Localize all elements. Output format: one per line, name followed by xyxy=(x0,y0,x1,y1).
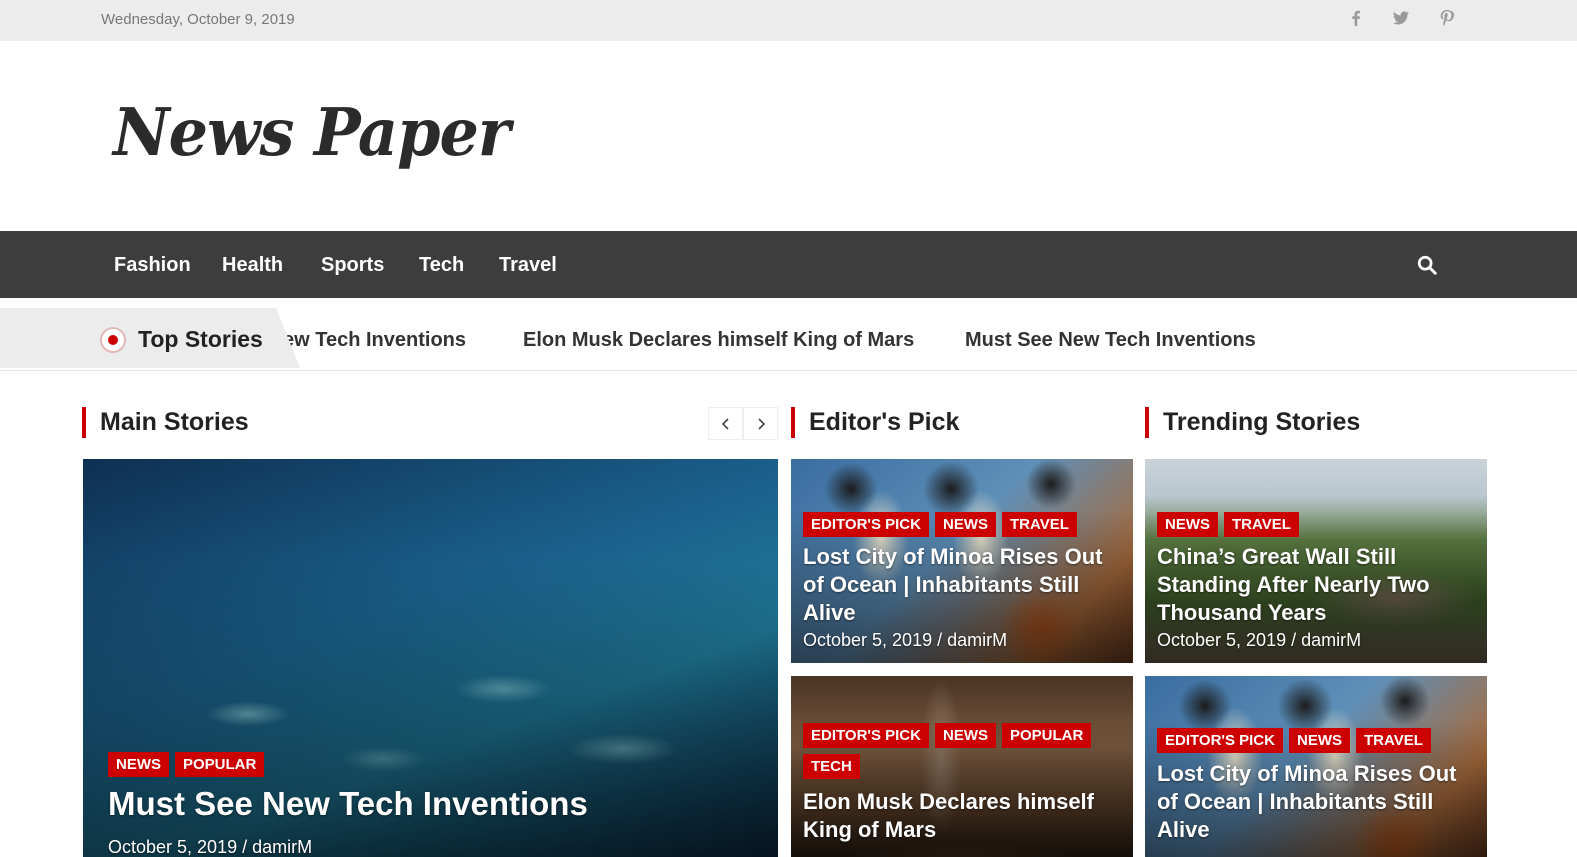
pinterest-icon[interactable] xyxy=(1437,8,1457,28)
carousel-next-button[interactable] xyxy=(743,407,778,440)
chevron-left-icon xyxy=(721,417,729,430)
main-story-card[interactable]: NEWS POPULAR Must See New Tech Invention… xyxy=(83,459,778,857)
live-dot-icon xyxy=(100,327,126,353)
card-tags: EDITOR'S PICK NEWS POPULAR TECH xyxy=(803,723,1103,779)
nav-item-sports[interactable]: Sports xyxy=(321,254,384,277)
tag-editors-pick[interactable]: EDITOR'S PICK xyxy=(803,723,929,748)
main-story-tags: NEWS POPULAR xyxy=(108,752,265,777)
trending-card[interactable]: EDITOR'S PICK NEWS TRAVEL Lost City of M… xyxy=(1145,676,1487,857)
tag-news[interactable]: NEWS xyxy=(1288,728,1350,753)
tag-news[interactable]: NEWS xyxy=(108,752,169,777)
tag-news[interactable]: NEWS xyxy=(1157,512,1218,537)
section-title-editors-pick: Editor's Pick xyxy=(791,407,959,438)
tag-news[interactable]: NEWS xyxy=(934,723,996,748)
card-title[interactable]: Elon Musk Declares himself King of Mars xyxy=(803,788,1125,844)
nav-item-health[interactable]: Health xyxy=(222,254,283,277)
tag-popular[interactable]: POPULAR xyxy=(1001,723,1092,748)
section-title-trending: Trending Stories xyxy=(1145,407,1360,438)
main-nav: Fashion Health Sports Tech Travel xyxy=(0,231,1577,298)
ticker-item[interactable]: ew Tech Inventions xyxy=(283,329,466,352)
tag-travel[interactable]: TRAVEL xyxy=(1001,512,1077,537)
site-logo[interactable]: News Paper xyxy=(113,94,511,171)
trending-card[interactable]: NEWS TRAVEL China’s Great Wall Still Sta… xyxy=(1145,459,1487,663)
carousel-prev-button[interactable] xyxy=(708,407,743,440)
card-meta: October 5, 2019 / damirM xyxy=(803,630,1008,650)
tag-travel[interactable]: TRAVEL xyxy=(1355,728,1431,753)
card-tags: EDITOR'S PICK NEWS TRAVEL xyxy=(1157,728,1431,753)
card-tags: EDITOR'S PICK NEWS TRAVEL xyxy=(803,512,1077,537)
ticker-title: Top Stories xyxy=(138,326,263,352)
search-icon[interactable] xyxy=(1416,254,1440,278)
main-story-title[interactable]: Must See New Tech Inventions xyxy=(108,785,758,823)
card-title[interactable]: China’s Great Wall Still Standing After … xyxy=(1157,543,1479,627)
tag-news[interactable]: NEWS xyxy=(934,512,996,537)
editors-pick-card[interactable]: EDITOR'S PICK NEWS POPULAR TECH Elon Mus… xyxy=(791,676,1133,857)
ticker-item[interactable]: Elon Musk Declares himself King of Mars xyxy=(523,329,914,352)
facebook-icon[interactable] xyxy=(1346,8,1366,28)
nav-item-fashion[interactable]: Fashion xyxy=(114,254,191,277)
tag-tech[interactable]: TECH xyxy=(803,754,860,779)
editors-pick-card[interactable]: EDITOR'S PICK NEWS TRAVEL Lost City of M… xyxy=(791,459,1133,663)
top-stories-ticker: Top Stories ew Tech Inventions Elon Musk… xyxy=(0,298,1577,371)
current-date: Wednesday, October 9, 2019 xyxy=(101,11,295,28)
chevron-right-icon xyxy=(757,417,765,430)
tag-editors-pick[interactable]: EDITOR'S PICK xyxy=(1157,728,1283,753)
nav-item-travel[interactable]: Travel xyxy=(499,254,557,277)
section-title-main-stories: Main Stories xyxy=(82,407,249,438)
card-tags: NEWS TRAVEL xyxy=(1157,512,1299,537)
tag-popular[interactable]: POPULAR xyxy=(175,752,265,777)
twitter-icon[interactable] xyxy=(1391,8,1411,28)
card-meta: October 5, 2019 / damirM xyxy=(1157,630,1362,650)
tag-travel[interactable]: TRAVEL xyxy=(1224,512,1299,537)
card-title[interactable]: Lost City of Minoa Rises Out of Ocean | … xyxy=(1157,760,1479,844)
top-bar: Wednesday, October 9, 2019 xyxy=(0,0,1577,41)
main-story-meta: October 5, 2019 / damirM xyxy=(108,837,313,857)
tag-editors-pick[interactable]: EDITOR'S PICK xyxy=(803,512,929,537)
card-title[interactable]: Lost City of Minoa Rises Out of Ocean | … xyxy=(803,543,1125,627)
nav-item-tech[interactable]: Tech xyxy=(419,254,464,277)
ticker-item[interactable]: Must See New Tech Inventions xyxy=(965,329,1256,352)
